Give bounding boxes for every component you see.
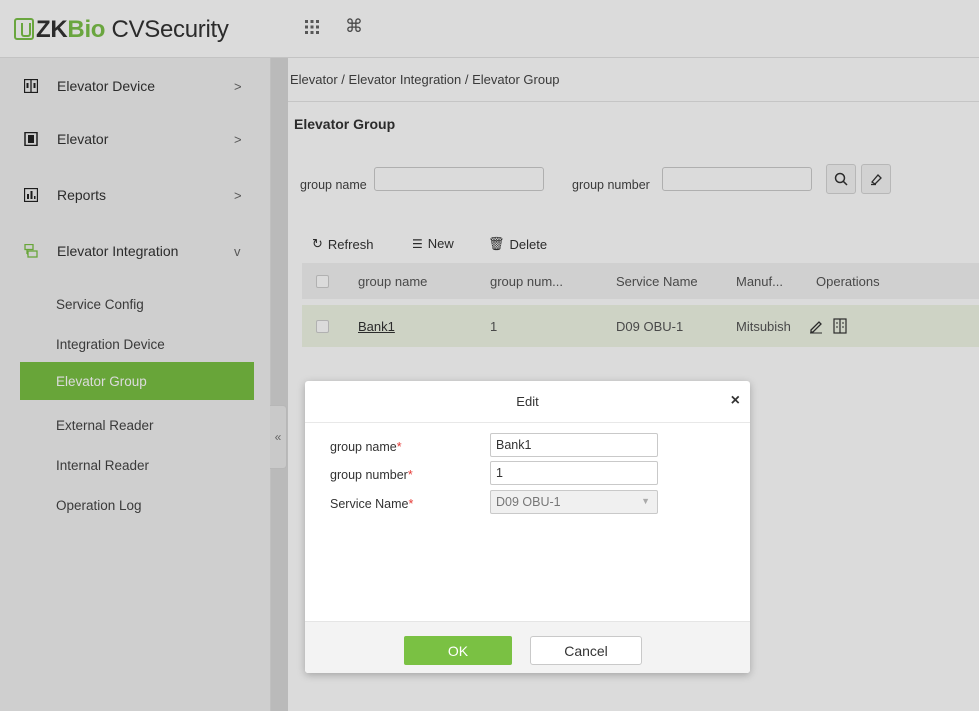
- group-name-input[interactable]: Bank1: [490, 433, 658, 457]
- group-name-label: group name*: [330, 440, 402, 454]
- required-mark: *: [396, 440, 402, 454]
- dialog-header: Edit: [305, 381, 750, 423]
- close-icon[interactable]: ×: [731, 392, 740, 410]
- dialog-title: Edit: [516, 394, 539, 409]
- service-name-value: D09 OBU-1: [496, 495, 561, 509]
- group-number-label: group number*: [330, 468, 413, 482]
- chevron-down-icon: ▼: [641, 496, 650, 506]
- required-mark: *: [408, 497, 414, 511]
- ok-button[interactable]: OK: [404, 636, 512, 665]
- service-name-select: D09 OBU-1 ▼: [490, 490, 658, 514]
- dialog-footer: OK Cancel: [305, 621, 750, 673]
- cancel-button[interactable]: Cancel: [530, 636, 642, 665]
- group-number-input[interactable]: 1: [490, 461, 658, 485]
- edit-dialog: Edit × group name* Bank1 group number* 1…: [305, 381, 750, 673]
- required-mark: *: [407, 468, 413, 482]
- service-name-label: Service Name*: [330, 497, 414, 511]
